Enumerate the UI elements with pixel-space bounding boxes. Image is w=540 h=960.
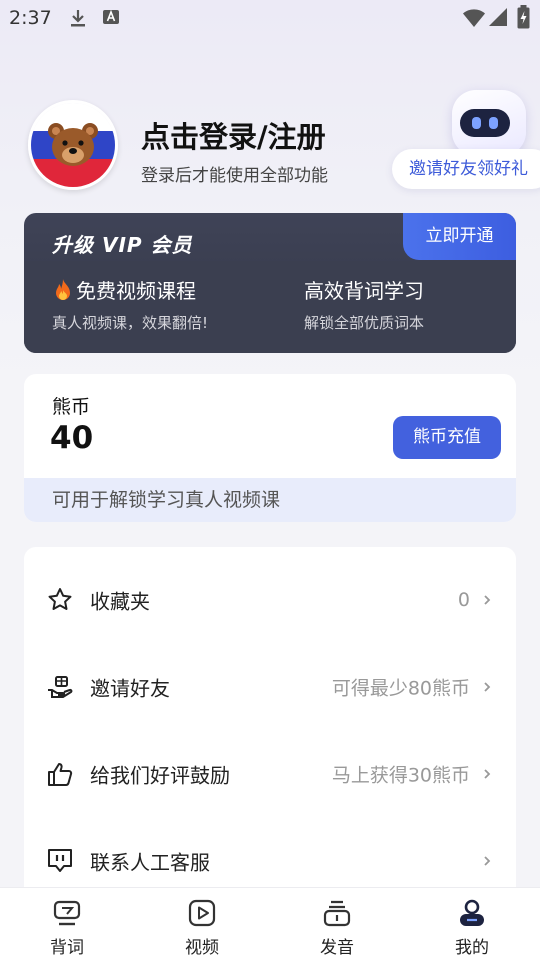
recharge-button[interactable]: 熊币充值 <box>393 416 501 459</box>
menu-item-favorites[interactable]: 收藏夹 0 <box>24 556 516 643</box>
vip-open-button[interactable]: 立即开通 <box>403 213 516 260</box>
vip-feature-desc: 解锁全部优质词本 <box>304 314 425 332</box>
nav-label: 发音 <box>320 938 354 958</box>
coin-card: 熊币 40 熊币充值 可用于解锁学习真人视频课 <box>24 374 516 522</box>
pronunciation-icon <box>323 900 351 927</box>
star-icon <box>48 587 72 610</box>
hand-gift-icon <box>48 675 73 698</box>
chevron-right-icon <box>484 681 491 692</box>
menu-label: 给我们好评鼓励 <box>90 763 230 787</box>
battery-charging-icon <box>517 5 530 29</box>
bottom-nav: 背词 视频 发音 我的 <box>0 887 540 960</box>
wifi-icon <box>463 9 485 27</box>
menu-label: 联系人工客服 <box>90 850 210 874</box>
bear-avatar-icon <box>48 123 98 166</box>
menu-label: 收藏夹 <box>90 589 150 613</box>
vip-title: 升级 VIP 会员 <box>52 233 193 257</box>
status-time: 2:37 <box>9 7 52 29</box>
vip-feature-label: 免费视频课程 <box>76 279 196 303</box>
vip-features: 免费视频课程 真人视频课，效果翻倍! 高效背词学习 解锁全部优质词本 <box>24 261 516 353</box>
vip-feature-words: 高效背词学习 解锁全部优质词本 <box>304 275 424 333</box>
chevron-right-icon <box>484 855 491 866</box>
vip-card[interactable]: 升级 VIP 会员 立即开通 免费视频课程 真人视频课，效果翻倍! 高效背词学习… <box>24 213 516 353</box>
nav-label: 背词 <box>50 938 84 958</box>
video-play-icon <box>188 899 216 927</box>
avatar[interactable] <box>28 100 118 190</box>
vocabulary-icon <box>53 900 81 926</box>
signal-icon <box>489 8 507 26</box>
menu-item-rate-us[interactable]: 给我们好评鼓励 马上获得30熊币 <box>24 730 516 817</box>
vip-feature-desc: 真人视频课，效果翻倍! <box>52 314 209 332</box>
invite-friends-pill[interactable]: 邀请好友领好礼 <box>392 149 540 189</box>
nav-tab-pronunciation[interactable]: 发音 <box>292 888 382 960</box>
coin-note: 可用于解锁学习真人视频课 <box>24 478 516 522</box>
vip-feature-video: 免费视频课程 真人视频课，效果翻倍! <box>52 275 208 333</box>
menu-value: 可得最少80熊币 <box>331 677 470 699</box>
menu-item-invite[interactable]: 邀请好友 可得最少80熊币 <box>24 643 516 730</box>
fire-icon <box>56 278 70 300</box>
keyboard-a-icon <box>103 9 119 24</box>
vip-feature-title: 高效背词学习 <box>304 279 424 303</box>
profile-icon <box>460 899 484 926</box>
menu-label: 邀请好友 <box>90 676 170 700</box>
nav-tab-profile[interactable]: 我的 <box>427 888 517 960</box>
nav-tab-vocabulary[interactable]: 背词 <box>22 888 112 960</box>
nav-label: 我的 <box>455 938 489 958</box>
nav-tab-video[interactable]: 视频 <box>157 888 247 960</box>
chevron-right-icon <box>484 594 491 605</box>
menu-card: 收藏夹 0 邀请好友 可得最少80熊币 给我们好评鼓励 马上获得30熊币 联系人… <box>24 547 516 907</box>
thumbs-up-icon <box>48 762 73 786</box>
status-bar: 2:37 <box>0 0 540 36</box>
login-subtitle: 登录后才能使用全部功能 <box>141 166 328 186</box>
login-title[interactable]: 点击登录/注册 <box>141 114 326 156</box>
download-icon <box>71 10 85 27</box>
vip-feature-title: 免费视频课程 <box>52 275 208 304</box>
chevron-right-icon <box>484 768 491 779</box>
menu-value: 马上获得30熊币 <box>331 764 470 786</box>
coin-label: 熊币 <box>52 396 91 418</box>
menu-value: 0 <box>457 588 470 611</box>
chat-bubble-icon <box>48 848 72 872</box>
robot-mascot-icon[interactable] <box>452 90 526 156</box>
coin-balance: 40 <box>50 420 94 456</box>
nav-label: 视频 <box>185 938 219 958</box>
